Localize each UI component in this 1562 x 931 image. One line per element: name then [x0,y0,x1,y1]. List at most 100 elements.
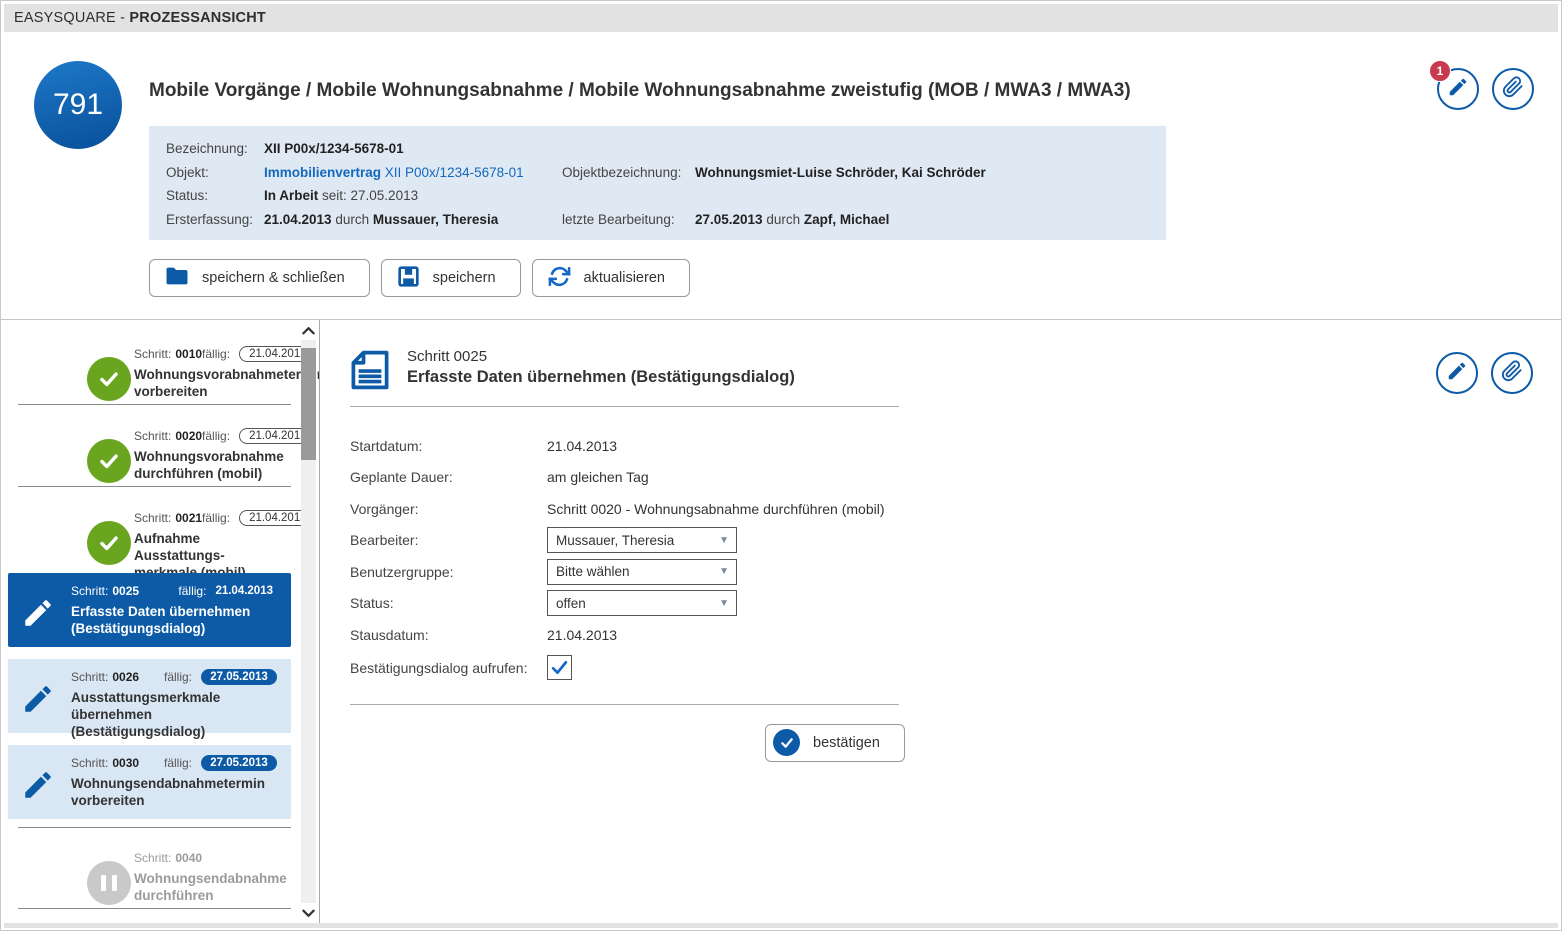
edit-button[interactable]: 1 [1437,68,1479,110]
field-dropdown[interactable]: offen ▼ [547,590,737,616]
field-label: Bestätigungsdialog aufrufen: [350,660,547,676]
step-item[interactable]: Schritt: 0010 fällig: 21.04.2013 Wohnung… [2,323,297,405]
ersterfassung-value: 21.04.2013 durch Mussauer, Theresia [264,212,562,227]
status-label: Status: [166,188,264,203]
document-icon [350,349,390,396]
due-date: 21.04.2013 [215,585,277,597]
edit-step-button[interactable] [1436,352,1478,394]
form-row: Vorgänger: Schritt 0020 - Wohnungsabnahm… [350,493,1560,525]
form-row: Stausdatum: 21.04.2013 ▼ [350,619,1560,651]
status-value: In Arbeit seit: 27.05.2013 [264,188,1156,203]
field-label: Stausdatum: [350,627,547,643]
process-steps-sidebar: Schritt: 0010 fällig: 21.04.2013 Wohnung… [2,320,320,923]
floppy-disk-icon [397,265,420,292]
refresh-label: aktualisieren [584,270,665,286]
page-title: Mobile Vorgänge / Mobile Wohnungsabnahme… [149,80,1131,102]
form-top-divider [350,406,899,407]
field-dropdown[interactable]: Mussauer, Theresia ▼ [547,527,737,553]
step-item[interactable]: Schritt: 0026 fällig: 27.05.2013 Ausstat… [2,659,297,741]
step-item[interactable]: Schritt: 0025 fällig: 21.04.2013 Erfasst… [2,573,297,655]
step-title: Wohnungsendabnahmetermin vorbereiten [71,776,277,810]
step-label: Schritt: [71,670,108,684]
due-label: fällig: [202,347,230,361]
confirm-label: bestätigen [813,735,880,751]
step-item[interactable]: Schritt: 0020 fällig: 21.04.2013 Wohnung… [2,405,297,487]
dropdown-value: offen [556,596,586,611]
step-number: 0020 [175,429,202,443]
step-item[interactable]: Schritt: 0030 fällig: 27.05.2013 Wohnung… [2,745,297,827]
scrollbar-thumb[interactable] [301,348,316,460]
step-label: Schritt: [71,584,108,598]
step-actions [1436,352,1533,394]
objekt-link[interactable]: Immobilienvertrag XII P00x/1234-5678-01 [264,165,562,180]
field-checkbox[interactable] [547,655,572,680]
form-row: Status: offen ▼ [350,588,1560,620]
chevron-down-icon: ▼ [719,598,729,609]
field-value: Schritt 0020 - Wohnungsabnahme durchführ… [547,501,884,517]
app-name: EASYSQUARE - [14,10,125,26]
due-label: fällig: [164,756,192,770]
step-number-line: Schritt 0025 [407,348,1560,365]
paperclip-icon [1502,76,1524,103]
confirm-button[interactable]: bestätigen [765,724,905,762]
step-item[interactable]: Schritt: 0050 [2,909,297,923]
field-label: Benutzergruppe: [350,564,547,580]
view-name: PROZESSANSICHT [129,10,266,26]
due-date: 27.05.2013 [201,755,277,771]
titlebar: EASYSQUARE - PROZESSANSICHT [4,4,1558,32]
bezeichnung-value: XII P00x/1234-5678-01 [264,141,1156,156]
step-attachments-button[interactable] [1491,352,1533,394]
objekt-label: Objekt: [166,165,264,180]
check-circle-icon [87,439,131,483]
window-bottom-frame [4,923,1558,928]
field-label: Vorgänger: [350,501,547,517]
letzte-bearbeitung-value: 27.05.2013 durch Zapf, Michael [695,212,1156,227]
step-list: Schritt: 0010 fällig: 21.04.2013 Wohnung… [2,323,297,923]
step-title: Erfasste Daten übernehmen (Bestätigungsd… [71,604,277,638]
step-number: 0025 [112,584,139,598]
step-title: Wohnungsvorabnahme durchführen (mobil) [134,449,265,483]
dropdown-value: Bitte wählen [556,564,630,579]
step-number: 0030 [112,756,139,770]
save-close-button[interactable]: speichern & schließen [149,259,370,297]
scroll-up-button[interactable] [299,322,318,338]
notification-badge: 1 [1429,60,1451,82]
pen-icon [16,677,60,721]
pen-icon [1446,360,1468,387]
attachments-button[interactable] [1492,68,1534,110]
step-item[interactable]: Schritt: 0040 Wohnungsendabnahme durchfü… [2,827,297,909]
field-label: Status: [350,595,547,611]
pause-icon [87,861,131,905]
pen-icon [16,591,60,635]
process-number: 791 [53,88,103,122]
process-number-badge: 791 [34,61,122,149]
step-title: Wohnungsvorabnahmetermin vorbereiten [134,367,265,401]
step-item[interactable]: Schritt: 0021 fällig: 21.04.2013 Aufnahm… [2,487,297,569]
form-row: Geplante Dauer: am gleichen Tag ▼ [350,462,1560,494]
field-value: 21.04.2013 [547,438,617,454]
save-label: speichern [433,270,496,286]
form-bottom-divider [350,704,899,705]
due-label: fällig: [178,584,206,598]
field-value: 21.04.2013 [547,627,617,643]
app-window: EASYSQUARE - PROZESSANSICHT 791 Mobile V… [0,0,1562,931]
step-number: 0040 [175,851,202,865]
chevron-down-icon: ▼ [719,535,729,546]
folder-icon [165,265,189,291]
field-dropdown[interactable]: Bitte wählen ▼ [547,559,737,585]
step-label: Schritt: [134,347,171,361]
chevron-down-icon: ▼ [719,566,729,577]
ersterfassung-label: Ersterfassung: [166,212,264,227]
field-label: Bearbeiter: [350,532,547,548]
pen-icon [1447,76,1469,103]
check-circle-icon [87,357,131,401]
sidebar-scrollbar[interactable] [299,320,318,923]
save-button[interactable]: speichern [381,259,521,297]
save-close-label: speichern & schließen [202,270,345,286]
refresh-icon [548,265,571,292]
form-row: Bestätigungsdialog aufrufen: ▼ [350,651,1560,685]
step-number: 0010 [175,347,202,361]
refresh-button[interactable]: aktualisieren [532,259,690,297]
scroll-down-button[interactable] [299,905,318,921]
step-detail-panel: Schritt 0025 Erfasste Daten übernehmen (… [321,320,1560,923]
